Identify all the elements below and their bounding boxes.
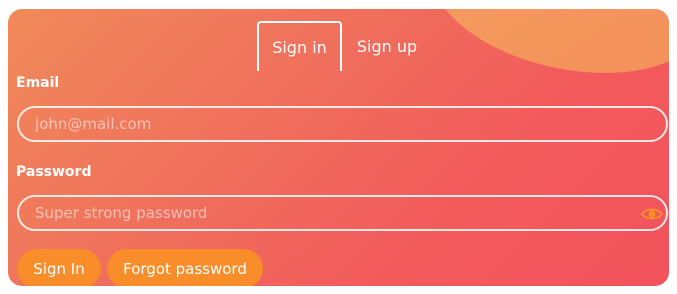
decorative-blob bbox=[416, 9, 669, 97]
password-field[interactable] bbox=[17, 195, 668, 231]
email-field[interactable] bbox=[17, 106, 668, 142]
email-label: Email bbox=[16, 75, 60, 91]
auth-tabs: Sign in Sign up bbox=[257, 21, 432, 71]
tab-sign-in[interactable]: Sign in bbox=[257, 21, 342, 71]
sign-in-button-label: Sign In bbox=[33, 259, 85, 278]
password-label: Password bbox=[16, 164, 92, 180]
tab-sign-in-label: Sign in bbox=[272, 37, 327, 57]
tab-sign-up[interactable]: Sign up bbox=[342, 21, 432, 71]
eye-icon[interactable] bbox=[641, 206, 663, 222]
sign-in-button[interactable]: Sign In bbox=[17, 249, 101, 286]
tab-sign-up-label: Sign up bbox=[356, 36, 418, 56]
forgot-password-button-label: Forgot password bbox=[123, 259, 247, 278]
login-card: Sign in Sign up Email Password Sign In F… bbox=[8, 9, 669, 286]
forgot-password-button[interactable]: Forgot password bbox=[107, 249, 263, 286]
